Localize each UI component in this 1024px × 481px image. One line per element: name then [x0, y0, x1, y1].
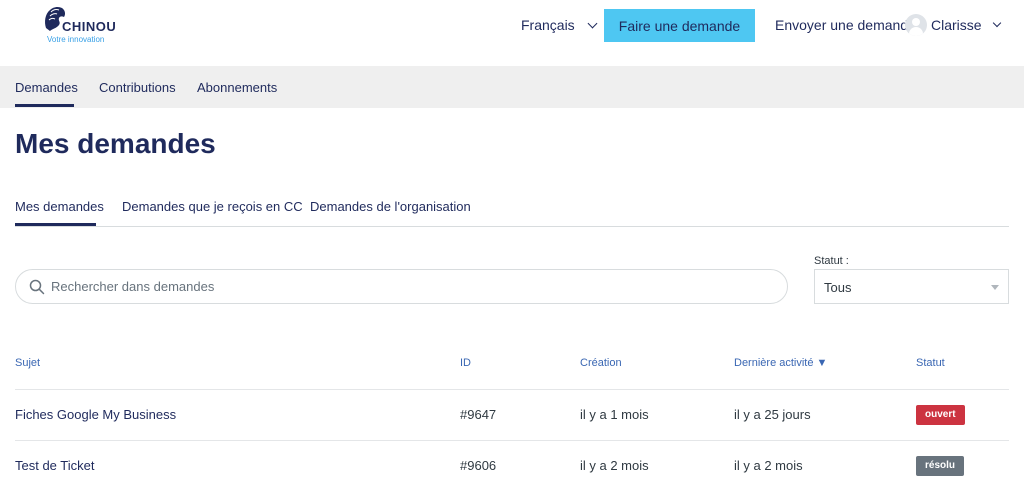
nav-item-abonnements[interactable]: Abonnements: [197, 80, 277, 95]
request-id: #9647: [460, 407, 497, 422]
tab-cc-requests[interactable]: Demandes que je reçois en CC: [122, 199, 303, 214]
request-last-activity: il y a 2 mois: [734, 458, 803, 473]
user-menu[interactable]: Clarisse: [905, 14, 1001, 36]
table-divider: [15, 389, 1009, 390]
request-created: il y a 2 mois: [580, 458, 649, 473]
page-title: Mes demandes: [15, 128, 216, 159]
chevron-down-icon: [992, 18, 1001, 28]
table-divider: [15, 440, 1009, 441]
status-filter-label: Statut :: [814, 255, 849, 267]
nav-active-indicator: [15, 104, 74, 107]
search-icon: [29, 279, 45, 295]
column-header-id[interactable]: ID: [460, 357, 471, 369]
status-badge: résolu: [916, 456, 965, 476]
status-filter-value: Tous: [824, 280, 852, 295]
column-header-subject[interactable]: Sujet: [15, 357, 40, 369]
tab-organization-requests[interactable]: Demandes de l'organisation: [310, 199, 471, 214]
avatar: [905, 14, 927, 36]
request-id: #9606: [460, 458, 497, 473]
request-last-activity: il y a 25 jours: [734, 407, 811, 422]
language-label: Français: [521, 17, 575, 33]
submit-request-button[interactable]: Faire une demande: [604, 9, 755, 42]
request-tabs: Mes demandes Demandes que je reçois en C…: [15, 196, 1009, 227]
request-subject-link[interactable]: Test de Ticket: [15, 458, 94, 473]
brand-logo[interactable]: CHINOU Votre innovation: [42, 4, 122, 44]
request-subject-link[interactable]: Fiches Google My Business: [15, 407, 176, 422]
user-name: Clarisse: [931, 17, 982, 33]
nav-item-contributions[interactable]: Contributions: [99, 80, 176, 95]
search-input[interactable]: [51, 271, 771, 302]
status-badge: ouvert: [916, 405, 965, 425]
nav-item-demandes[interactable]: Demandes: [15, 80, 78, 95]
send-request-link[interactable]: Envoyer une demande: [775, 17, 916, 33]
top-navigation: Demandes Contributions Abonnements: [0, 66, 1024, 108]
tab-my-requests[interactable]: Mes demandes: [15, 199, 104, 214]
logo-wordmark: CHINOU: [62, 19, 117, 34]
search-box[interactable]: [15, 269, 788, 304]
caret-down-icon: [991, 285, 999, 290]
tab-active-indicator: [15, 223, 96, 226]
column-header-created[interactable]: Création: [580, 357, 622, 369]
column-header-status[interactable]: Statut: [916, 357, 945, 369]
request-created: il y a 1 mois: [580, 407, 649, 422]
chevron-down-icon: [587, 18, 598, 28]
column-header-last-activity[interactable]: Dernière activité ▼: [734, 357, 827, 369]
logo-tagline: Votre innovation: [47, 35, 105, 44]
site-header: CHINOU Votre innovation Français Faire u…: [0, 0, 1024, 66]
status-filter-select[interactable]: Tous: [814, 269, 1009, 304]
language-selector[interactable]: Français: [521, 17, 598, 33]
